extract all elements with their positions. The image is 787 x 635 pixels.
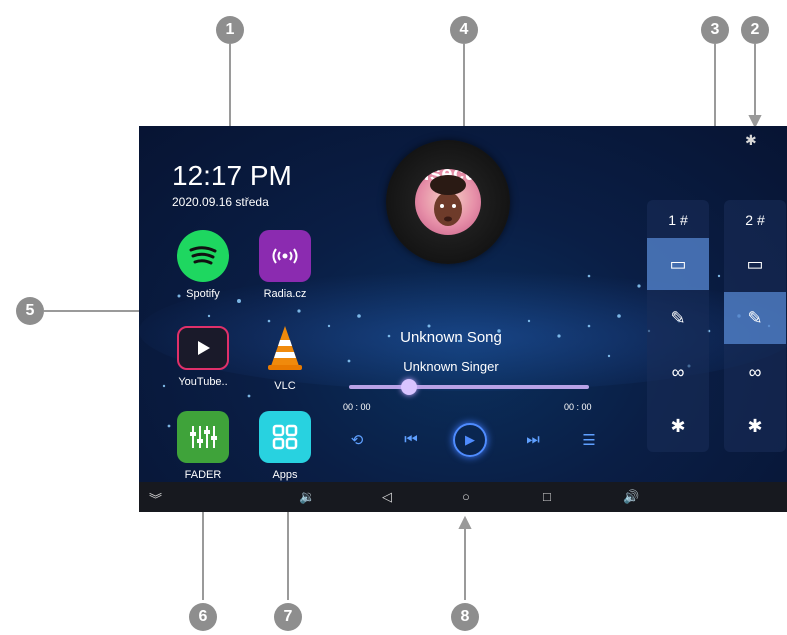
mic-icon[interactable]: ✎ [647, 292, 709, 344]
zone-label: 1 # [668, 212, 688, 228]
bluetooth-icon[interactable]: ✱ [647, 400, 709, 452]
app-youtube[interactable]: YouTube.. [173, 322, 233, 388]
app-label: FADER [184, 469, 222, 481]
display-icon[interactable]: ▭ [724, 238, 786, 290]
date: 2020.09.16 středa [172, 195, 269, 209]
recents-icon[interactable]: □ [543, 489, 551, 504]
collapse-icon[interactable]: ︾ [149, 489, 162, 508]
app-label: Radia.cz [263, 288, 307, 300]
vlc-icon [259, 322, 311, 374]
callout-5: 5 [16, 297, 44, 325]
app-label: Spotify [186, 288, 220, 300]
playlist-icon[interactable]: ☰ [579, 431, 599, 449]
app-spotify[interactable]: Spotify [173, 230, 233, 300]
zone-panel-2: 2 # ▭ ✎ ∞ ✱ [724, 200, 786, 452]
app-label: Apps [272, 469, 298, 481]
link-icon[interactable]: ∞ [724, 346, 786, 398]
callout-8: 8 [451, 603, 479, 631]
head-unit-screen: 12:17 PM 2020.09.16 středa ✱ Spotify Rad… [139, 126, 787, 512]
home-icon[interactable]: ○ [462, 489, 470, 504]
app-apps[interactable]: Apps [255, 411, 315, 481]
fader-icon [177, 411, 229, 463]
progress-bar[interactable] [349, 379, 589, 395]
radio-icon [259, 230, 311, 282]
back-icon[interactable]: ◁ [382, 489, 392, 505]
song-title: Unknown Song [400, 329, 502, 346]
repeat-icon[interactable]: ⟲ [347, 431, 367, 449]
play-icon[interactable]: ▶ [453, 423, 487, 457]
app-vlc[interactable]: VLC [255, 322, 315, 392]
callout-4: 4 [450, 16, 478, 44]
app-label: YouTube.. [178, 376, 228, 388]
callout-2: 2 [741, 16, 769, 44]
zone-panel-1: 1 # ▭ ✎ ∞ ✱ [647, 200, 709, 452]
spotify-icon [177, 230, 229, 282]
singer-name: Unknown Singer [403, 359, 499, 374]
album-disc[interactable]: Insecure [386, 140, 510, 264]
previous-icon[interactable]: ⏮ [401, 431, 421, 448]
volume-up-icon[interactable]: 🔊 [623, 489, 639, 505]
callout-7: 7 [274, 603, 302, 631]
clock: 12:17 PM [172, 160, 292, 191]
callout-3: 3 [701, 16, 729, 44]
bluetooth-icon[interactable]: ✱ [724, 400, 786, 452]
bluetooth-status-icon: ✱ [745, 132, 757, 148]
album-cover: Insecure [415, 169, 481, 235]
callout-1: 1 [216, 16, 244, 44]
navigation-bar: ︾ 🔉 ◁ ○ □ 🔊 [139, 482, 787, 512]
link-icon[interactable]: ∞ [647, 346, 709, 398]
callout-6: 6 [189, 603, 217, 631]
volume-down-icon[interactable]: 🔉 [299, 489, 315, 505]
app-fader[interactable]: FADER [173, 411, 233, 481]
zone-label: 2 # [745, 212, 765, 228]
next-icon[interactable]: ⏭ [523, 431, 543, 448]
display-icon[interactable]: ▭ [647, 238, 709, 290]
mic-icon[interactable]: ✎ [724, 292, 786, 344]
youtube-icon [177, 326, 229, 370]
app-label: VLC [274, 380, 296, 392]
app-radia[interactable]: Radia.cz [255, 230, 315, 300]
progress-knob[interactable] [401, 379, 417, 395]
time-current: 00 : 00 [343, 402, 371, 412]
time-total: 00 : 00 [564, 402, 592, 412]
apps-icon [259, 411, 311, 463]
